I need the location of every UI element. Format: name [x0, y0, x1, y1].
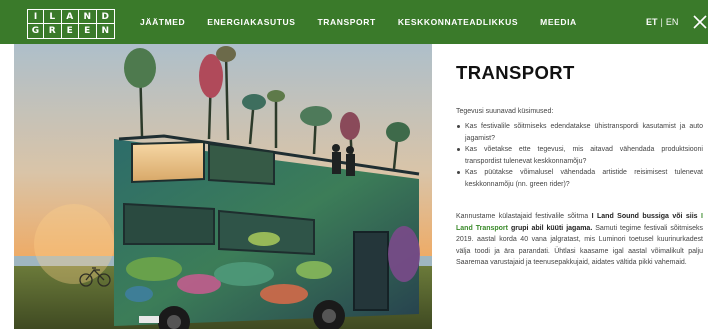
- top-navigation-bar: I L A N D G R E E N JÄÄTMED ENERGIAKASUT…: [0, 0, 708, 44]
- nav-item-keskkonnateadlikkus[interactable]: KESKKONNATEADLIKKUS: [398, 17, 518, 27]
- nav-item-meedia[interactable]: MEEDIA: [540, 17, 577, 27]
- lang-separator: |: [660, 17, 663, 27]
- language-switcher: ET | EN: [646, 0, 678, 44]
- list-item: Kas püütakse võimalusel vähendada artist…: [456, 167, 703, 190]
- paragraph-bold: I Land Sound bussiga või siis: [591, 213, 698, 220]
- logo-letter: E: [62, 24, 79, 38]
- article: TRANSPORT Tegevusi suunavad küsimused: K…: [456, 62, 703, 269]
- i-land-green-logo[interactable]: I L A N D G R E E N: [27, 9, 115, 39]
- logo-mark: I: [33, 11, 38, 22]
- nav-item-energiakasutus[interactable]: ENERGIAKASUTUS: [207, 17, 295, 27]
- close-icon[interactable]: [692, 14, 708, 30]
- page-title: TRANSPORT: [456, 62, 575, 83]
- logo-letter: R: [44, 24, 62, 38]
- logo-mark-cell: I: [28, 10, 44, 24]
- logo-letter: N: [101, 26, 110, 36]
- paragraph-text: Kannustame külastajaid festivalile sõitm…: [456, 213, 592, 220]
- logo-letter: N: [79, 10, 97, 24]
- logo-letter: G: [28, 24, 44, 38]
- questions-lead: Tegevusi suunavad küsimused:: [456, 108, 554, 115]
- logo-letter: L: [44, 10, 62, 24]
- list-item: Kas festivalile sõitmiseks edendatakse ü…: [456, 121, 703, 144]
- hero-bus-image: [14, 44, 432, 329]
- lang-en[interactable]: EN: [666, 17, 679, 27]
- nav-item-transport[interactable]: TRANSPORT: [318, 17, 376, 27]
- main-nav: JÄÄTMED ENERGIAKASUTUS TRANSPORT KESKKON…: [140, 0, 599, 44]
- transport-paragraph: Kannustame külastajaid festivalile sõitm…: [456, 211, 703, 269]
- paragraph-bold: grupi abil küüti jagama.: [508, 224, 593, 232]
- logo-letter: D: [96, 10, 114, 24]
- logo-letter: E: [79, 24, 97, 38]
- questions-list: Kas festivalile sõitmiseks edendatakse ü…: [456, 121, 703, 190]
- logo-letter: A: [61, 10, 79, 24]
- lang-et[interactable]: ET: [646, 17, 658, 27]
- list-item: Kas võetakse ette tegevusi, mis aitavad …: [456, 144, 703, 167]
- nav-item-jaatmed[interactable]: JÄÄTMED: [140, 17, 185, 27]
